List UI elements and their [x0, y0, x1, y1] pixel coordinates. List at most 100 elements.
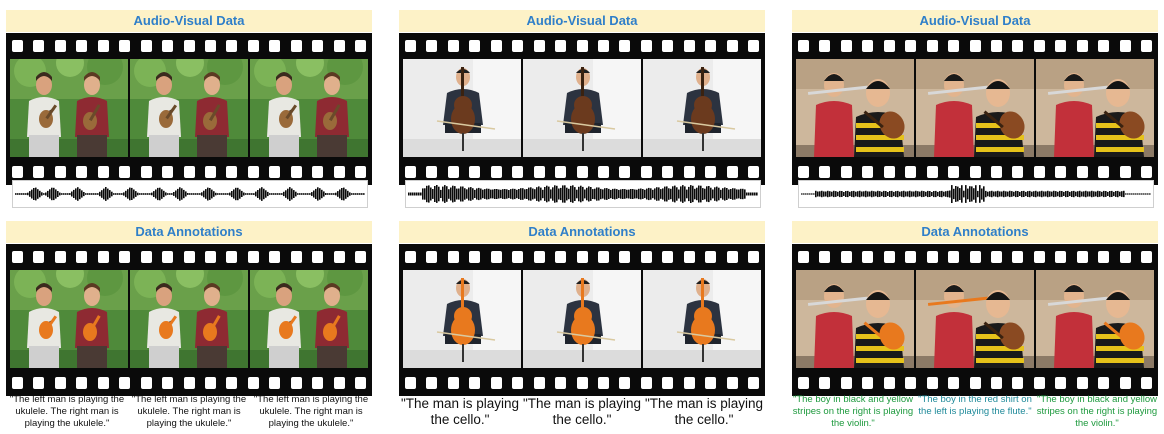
film-hole — [926, 40, 938, 52]
column-cello-solo: Audio-Visual Data Data Annotations "The … — [399, 0, 765, 434]
film-hole — [490, 377, 502, 389]
film-hole — [905, 166, 917, 178]
film-hole — [97, 377, 109, 389]
film-hole — [576, 251, 588, 263]
film-hole — [883, 166, 895, 178]
annotated-frame-2 — [916, 270, 1034, 368]
film-perforations — [405, 166, 759, 178]
film-hole — [140, 251, 152, 263]
annotation-film-strip — [399, 244, 765, 396]
film-hole — [355, 377, 366, 389]
film-hole — [33, 40, 45, 52]
film-hole — [576, 166, 588, 178]
film-hole — [226, 377, 238, 389]
data-annotations-header: Data Annotations — [6, 221, 372, 243]
film-hole — [162, 166, 174, 178]
audio-visual-film-strip — [792, 33, 1158, 185]
film-hole — [33, 166, 45, 178]
film-hole — [683, 40, 695, 52]
film-hole — [948, 251, 960, 263]
film-hole — [662, 40, 674, 52]
film-hole — [798, 251, 809, 263]
film-hole — [576, 377, 588, 389]
video-frame-2 — [523, 59, 641, 157]
film-hole — [512, 166, 524, 178]
film-hole — [1012, 40, 1024, 52]
annotation-film-strip — [792, 244, 1158, 396]
caption-3: "The left man is playing the ukulele. Th… — [253, 394, 369, 429]
film-hole — [926, 166, 938, 178]
film-hole — [1119, 251, 1131, 263]
film-hole — [990, 377, 1002, 389]
film-perforations — [798, 377, 1152, 389]
film-hole — [54, 40, 66, 52]
film-hole — [1055, 251, 1067, 263]
film-perforations — [12, 166, 366, 178]
film-hole — [76, 166, 88, 178]
annotated-frame-3 — [250, 270, 368, 368]
film-hole — [555, 377, 567, 389]
film-hole — [640, 40, 652, 52]
film-hole — [662, 166, 674, 178]
film-hole — [204, 40, 216, 52]
film-hole — [54, 251, 66, 263]
film-hole — [819, 251, 831, 263]
video-frames — [792, 270, 1158, 368]
film-hole — [490, 40, 502, 52]
video-frame-3 — [643, 59, 761, 157]
film-hole — [597, 166, 609, 178]
film-hole — [333, 166, 345, 178]
film-hole — [883, 377, 895, 389]
film-hole — [1141, 377, 1152, 389]
video-frame-1 — [796, 59, 914, 157]
film-hole — [33, 377, 45, 389]
film-hole — [247, 40, 259, 52]
film-hole — [533, 40, 545, 52]
film-hole — [1055, 166, 1067, 178]
film-hole — [447, 166, 459, 178]
film-hole — [990, 40, 1002, 52]
audio-visual-film-strip — [399, 33, 765, 185]
film-hole — [748, 251, 759, 263]
film-hole — [597, 377, 609, 389]
audio-visual-header: Audio-Visual Data — [6, 10, 372, 32]
film-hole — [905, 377, 917, 389]
film-hole — [405, 251, 416, 263]
film-perforations — [798, 251, 1152, 263]
film-hole — [705, 377, 717, 389]
film-hole — [512, 40, 524, 52]
film-hole — [619, 40, 631, 52]
film-hole — [819, 377, 831, 389]
film-hole — [290, 251, 302, 263]
film-hole — [1119, 377, 1131, 389]
film-hole — [1098, 166, 1110, 178]
film-hole — [798, 166, 809, 178]
film-hole — [162, 40, 174, 52]
film-hole — [290, 377, 302, 389]
audio-visual-film-strip — [6, 33, 372, 185]
film-perforations — [798, 166, 1152, 178]
film-hole — [819, 166, 831, 178]
video-frame-3 — [250, 59, 368, 157]
film-hole — [119, 40, 131, 52]
film-hole — [640, 251, 652, 263]
film-hole — [1119, 40, 1131, 52]
film-hole — [1141, 166, 1152, 178]
caption-2: "The boy in the red shirt on the left is… — [918, 394, 1032, 417]
film-hole — [748, 377, 759, 389]
film-hole — [512, 377, 524, 389]
film-perforations — [405, 251, 759, 263]
audio-waveform — [405, 180, 761, 208]
film-hole — [426, 166, 438, 178]
film-hole — [555, 166, 567, 178]
video-frame-2 — [130, 59, 248, 157]
film-hole — [1012, 377, 1024, 389]
film-hole — [683, 251, 695, 263]
film-hole — [76, 40, 88, 52]
film-hole — [1098, 377, 1110, 389]
film-hole — [312, 40, 324, 52]
video-frames — [6, 59, 372, 157]
column-flute-violin-boys: Audio-Visual Data Data Annotations "The … — [792, 0, 1158, 434]
film-hole — [948, 377, 960, 389]
annotated-frame-2 — [523, 270, 641, 368]
